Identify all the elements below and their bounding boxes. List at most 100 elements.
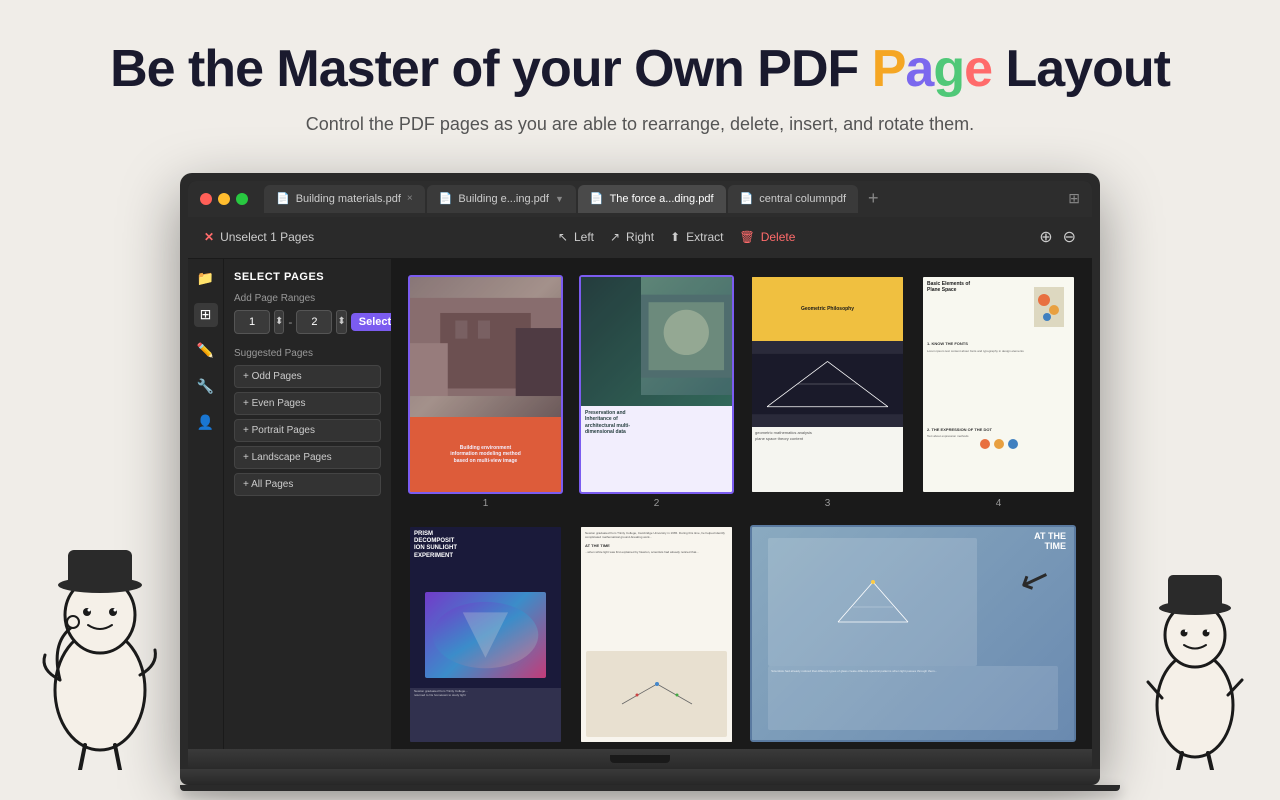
- extract-label: Extract: [686, 230, 723, 244]
- title-end: Layout: [992, 40, 1170, 98]
- panel-title: SELECT PAGES: [234, 271, 381, 283]
- suggested-label: Suggested Pages: [234, 348, 381, 359]
- hero-section: Be the Master of your Own PDF Page Layou…: [0, 0, 1280, 155]
- hero-title: Be the Master of your Own PDF Page Layou…: [20, 40, 1260, 100]
- page-card-3[interactable]: Geometric Philosophy: [750, 275, 905, 509]
- toolbar-left: ✕ Unselect 1 Pages: [204, 230, 314, 244]
- title-page-word: Page: [872, 40, 992, 100]
- tab-icon3: 📄: [590, 192, 604, 205]
- tabs-bar: 📄 Building materials.pdf × 📄 Building e.…: [264, 185, 1080, 213]
- page-card-4[interactable]: Basic Elements ofPlane Space 1. KNOW THE…: [921, 275, 1076, 509]
- maximize-dot[interactable]: [236, 193, 248, 205]
- zoom-out-button[interactable]: ⊖: [1063, 227, 1076, 247]
- odd-pages-button[interactable]: + Odd Pages: [234, 365, 381, 388]
- page-separator: -: [288, 315, 292, 329]
- sidebar-icons: 📁 ⊞ ✏️ 🔧 👤: [188, 259, 224, 749]
- tab-icon: 📄: [276, 192, 290, 205]
- laptop-notch: [610, 755, 670, 763]
- character-right-svg: [1140, 550, 1250, 770]
- pages-grid: Building environmentinformation modeling…: [392, 259, 1092, 749]
- delete-icon: 🗑: [739, 230, 754, 244]
- character-right: [1140, 550, 1250, 770]
- main-area: 📁 ⊞ ✏️ 🔧 👤 SELECT PAGES Add Page Ranges …: [188, 259, 1092, 749]
- page-num-2: 2: [654, 498, 660, 509]
- left-button[interactable]: ↖ Left: [558, 230, 594, 244]
- right-button[interactable]: ↗ Right: [610, 230, 654, 244]
- add-tab-button[interactable]: +: [860, 188, 887, 209]
- sidebar-icon-person[interactable]: 👤: [194, 411, 218, 435]
- sidebar-icon-tools[interactable]: 🔧: [194, 375, 218, 399]
- page-to-stepper[interactable]: ⬍: [336, 310, 346, 334]
- tab-force[interactable]: 📄 The force a...ding.pdf: [578, 185, 726, 213]
- even-pages-button[interactable]: + Even Pages: [234, 392, 381, 415]
- unselect-button[interactable]: ✕ Unselect 1 Pages: [204, 230, 314, 244]
- tab-building-materials[interactable]: 📄 Building materials.pdf ×: [264, 185, 425, 213]
- minimize-dot[interactable]: [218, 193, 230, 205]
- extract-button[interactable]: ⬆ Extract: [670, 230, 723, 244]
- laptop-foot: [180, 785, 1120, 791]
- page-card-5[interactable]: PRISMDECOMPOSITION SUNLIGHTEXPERIMENT: [408, 525, 563, 748]
- sidebar-icon-pages[interactable]: ⊞: [194, 303, 218, 327]
- prism-text-5: Newton graduated from Trinity College...…: [410, 688, 561, 742]
- page-from-stepper[interactable]: ⬍: [274, 310, 284, 334]
- page-to-input[interactable]: [296, 310, 332, 334]
- tab-label2: Building e...ing.pdf: [458, 193, 549, 205]
- page-thumb-3[interactable]: Geometric Philosophy: [750, 275, 905, 494]
- toolbar-actions: ↖ Left ↗ Right ⬆ Extract 🗑 Delete: [334, 230, 1019, 244]
- page-thumb-1[interactable]: Building environmentinformation modeling…: [408, 275, 563, 494]
- sidebar-icon-edit[interactable]: ✏️: [194, 339, 218, 363]
- page-thumb-6[interactable]: Newton graduated from Trinity College, C…: [579, 525, 734, 744]
- tab-label3: The force a...ding.pdf: [610, 193, 714, 205]
- close-dot[interactable]: [200, 193, 212, 205]
- sidebar-icon-folder[interactable]: 📁: [194, 267, 218, 291]
- title-bar: 📄 Building materials.pdf × 📄 Building e.…: [188, 181, 1092, 217]
- app-container: 📄 Building materials.pdf × 📄 Building e.…: [180, 173, 1100, 791]
- page-card-6[interactable]: Newton graduated from Trinity College, C…: [579, 525, 734, 748]
- left-label: Left: [574, 230, 594, 244]
- page-thumb-5[interactable]: PRISMDECOMPOSITION SUNLIGHTEXPERIMENT: [408, 525, 563, 744]
- laptop-stand: [180, 769, 1100, 785]
- tab-dropdown[interactable]: ▼: [555, 194, 564, 204]
- thumb-content-6: Newton graduated from Trinity College, C…: [581, 527, 732, 742]
- page-from-input[interactable]: [234, 310, 270, 334]
- laptop-base: [188, 749, 1092, 769]
- app-window: 📄 Building materials.pdf × 📄 Building e.…: [188, 181, 1092, 749]
- tab-central[interactable]: 📄 central columnpdf: [728, 185, 859, 213]
- page-num-3: 3: [825, 498, 831, 509]
- geo-bottom-3: geometric mathematics analysisplane spac…: [752, 427, 903, 492]
- letter-e: e: [964, 40, 992, 98]
- character-left: [30, 530, 170, 770]
- page-thumb-2[interactable]: Preservation andInheritance ofarchitectu…: [579, 275, 734, 494]
- letter-a: a: [905, 40, 933, 98]
- unselect-label: Unselect 1 Pages: [220, 230, 314, 244]
- extract-icon: ⬆: [670, 230, 680, 244]
- thumb-content-3: Geometric Philosophy: [752, 277, 903, 492]
- landscape-pages-button[interactable]: + Landscape Pages: [234, 446, 381, 469]
- geo-image-3: [752, 341, 903, 427]
- geo-header-3: Geometric Philosophy: [752, 277, 903, 342]
- left-panel: SELECT PAGES Add Page Ranges ⬍ - ⬍ Selec…: [224, 259, 392, 749]
- all-pages-button[interactable]: + All Pages: [234, 473, 381, 496]
- tab-icon2: 📄: [439, 192, 453, 205]
- tab-close-btn[interactable]: ×: [407, 193, 413, 204]
- page-num-4: 4: [996, 498, 1002, 509]
- select-button[interactable]: Select: [351, 313, 392, 331]
- toolbar-right: ⊕ ⊖: [1039, 227, 1076, 247]
- page-card-1[interactable]: Building environmentinformation modeling…: [408, 275, 563, 509]
- title-start: Be the Master of your Own PDF: [110, 40, 872, 98]
- zoom-in-button[interactable]: ⊕: [1039, 227, 1052, 247]
- thumb-content-2: Preservation andInheritance ofarchitectu…: [581, 277, 732, 492]
- portrait-pages-button[interactable]: + Portrait Pages: [234, 419, 381, 442]
- delete-button[interactable]: 🗑 Delete: [739, 230, 795, 244]
- highlight-ring-1: [410, 277, 561, 492]
- page-range-label: Add Page Ranges: [234, 293, 381, 304]
- right-icon: ↗: [610, 230, 620, 244]
- geo-title-3: Geometric Philosophy: [801, 306, 854, 312]
- page-thumb-4[interactable]: Basic Elements ofPlane Space 1. KNOW THE…: [921, 275, 1076, 494]
- left-icon: ↖: [558, 230, 568, 244]
- tab-building-e[interactable]: 📄 Building e...ing.pdf ▼: [427, 185, 576, 213]
- letter-g: g: [933, 40, 964, 98]
- page-card-2[interactable]: Preservation andInheritance ofarchitectu…: [579, 275, 734, 509]
- tab-label4: central columnpdf: [759, 193, 846, 205]
- toolbar: ✕ Unselect 1 Pages ↖ Left ↗ Right ⬆: [188, 217, 1092, 259]
